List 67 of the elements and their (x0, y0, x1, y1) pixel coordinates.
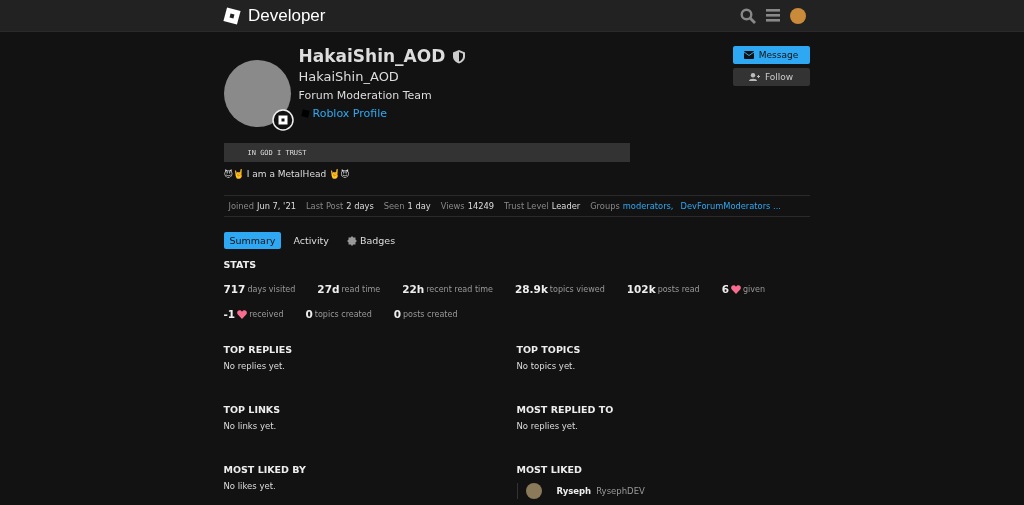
detail-label: Joined (228, 201, 254, 211)
detail-value: 2 days (346, 201, 374, 211)
user-handle[interactable]: RysephDEV (596, 486, 645, 496)
full-name: HakaiShin_AOD (298, 69, 400, 84)
detail-value: 14249 (467, 201, 495, 211)
group-link[interactable]: moderators, (622, 201, 674, 211)
avatar-placeholder (525, 483, 542, 499)
section-heading: MOST LIKED BY (223, 464, 307, 475)
stat-label: given (742, 284, 765, 294)
envelope-icon (743, 51, 754, 59)
section-heading: TOP TOPICS (516, 344, 582, 355)
section-heading: MOST REPLIED TO (516, 404, 615, 415)
site-title[interactable]: Developer (248, 5, 326, 26)
empty-message: No replies yet. (223, 361, 287, 371)
heart-icon (237, 309, 248, 319)
badge-icon (271, 109, 294, 131)
stat-value: 6 (721, 283, 729, 295)
menu-icon[interactable] (766, 9, 780, 22)
bio-text: 😈🤘 I am a MetalHead 🤘😈 (223, 169, 351, 179)
tab[interactable]: Badges (340, 232, 402, 249)
empty-message: No likes yet. (223, 481, 277, 491)
tab[interactable]: Summary (223, 232, 282, 249)
detail-label: Trust Level (504, 201, 549, 211)
detail-value: 1 day (407, 201, 431, 211)
empty-message: No links yet. (223, 421, 278, 431)
detail-value: Leader (551, 201, 581, 211)
avatar-icon[interactable] (790, 7, 806, 24)
detail-label: Seen (383, 201, 405, 211)
stat-value: 22h (402, 283, 425, 295)
stat-label: days visited (247, 284, 296, 294)
stat-label: read time (341, 284, 381, 294)
stat-value: 102k (626, 283, 656, 295)
add-user-icon (748, 73, 760, 81)
section-heading: TOP LINKS (223, 404, 282, 415)
section-heading: STATS (223, 259, 258, 270)
stat-value: -1 (223, 308, 236, 320)
user-title: Forum Moderation Team (298, 89, 433, 102)
message-button[interactable]: Message (732, 46, 810, 64)
detail-value: Jun 7, '21 (256, 201, 296, 211)
user-name[interactable]: Ryseph (556, 486, 592, 496)
empty-message: No topics yet. (516, 361, 577, 371)
heart-icon (730, 284, 741, 294)
detail-label: Last Post (305, 201, 344, 211)
section-heading: MOST LIKED (516, 464, 583, 475)
shield-icon (452, 48, 467, 64)
detail-label: Groups (590, 201, 620, 211)
detail-label: Views (440, 201, 465, 211)
group-link[interactable]: DevForumModerators ... (680, 201, 781, 211)
username: HakaiShin_AOD (298, 46, 446, 66)
stat-value: 0 (393, 308, 402, 320)
empty-message: No replies yet. (516, 421, 580, 431)
stat-label: received (249, 309, 284, 319)
stat-value: 28.9k (514, 283, 548, 295)
stat-label: topics viewed (549, 284, 605, 294)
profile-link[interactable]: Roblox Profile (312, 107, 388, 120)
stat-label: recent read time (426, 284, 493, 294)
stat-value: 27d (317, 283, 340, 295)
search-icon[interactable] (740, 7, 756, 24)
stat-label: topics created (314, 309, 372, 319)
stat-value: 717 (223, 283, 246, 295)
tab[interactable]: Activity (287, 232, 335, 249)
section-heading: TOP REPLIES (223, 344, 293, 355)
stat-label: posts read (657, 284, 700, 294)
stat-label: posts created (403, 309, 458, 319)
stat-value: 0 (305, 308, 313, 320)
follow-button[interactable]: Follow (732, 68, 810, 86)
badge-icon (346, 235, 357, 246)
